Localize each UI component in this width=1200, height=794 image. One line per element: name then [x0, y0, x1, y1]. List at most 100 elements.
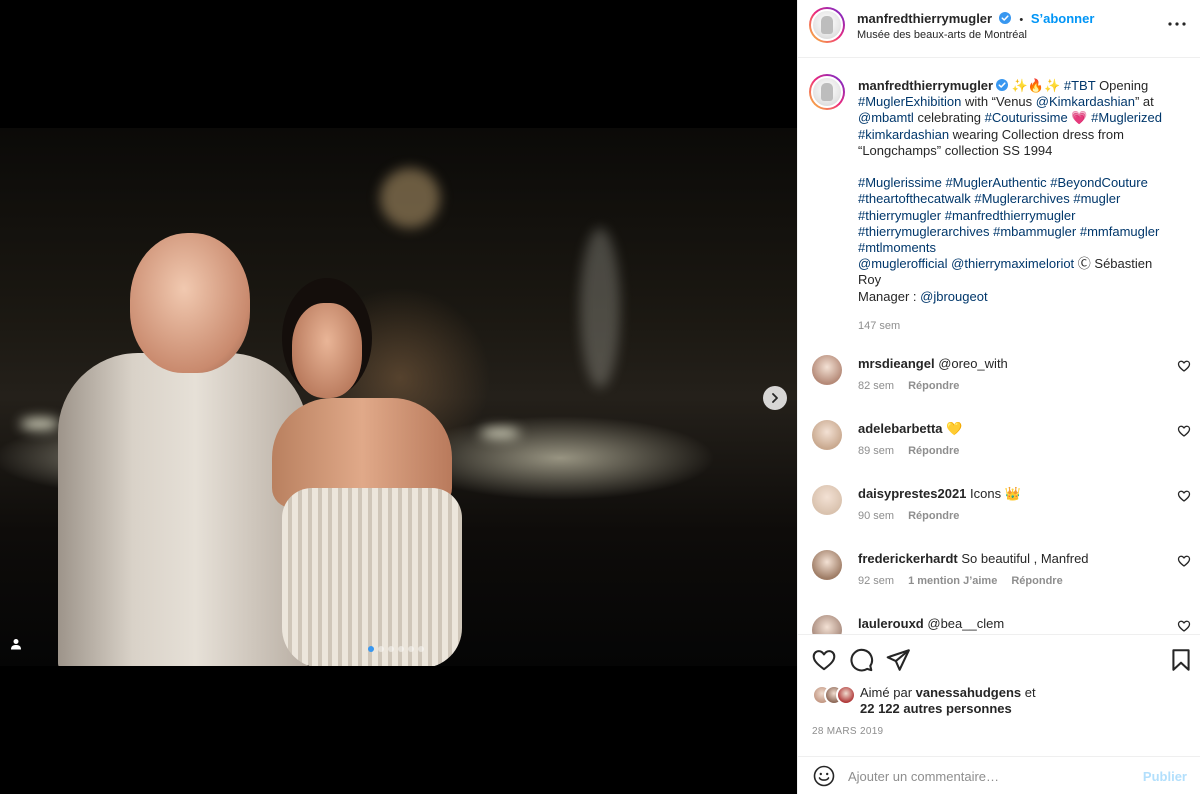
comment-heart-icon[interactable]	[1177, 619, 1191, 633]
comment-heart-icon[interactable]	[1177, 554, 1191, 568]
emoji-smiley-icon[interactable]	[812, 764, 836, 788]
comment-reply-button[interactable]: Répondre	[908, 380, 959, 392]
comment-input[interactable]	[848, 765, 1128, 787]
liker-avatars[interactable]	[812, 685, 860, 705]
paper-plane-icon[interactable]	[885, 647, 911, 673]
avatar-figure	[821, 16, 833, 34]
caption-link[interactable]: @mbamtl	[858, 110, 914, 125]
post-location[interactable]: Musée des beaux-arts de Montréal	[857, 29, 1027, 41]
follow-button[interactable]: S’abonner	[1031, 11, 1095, 26]
caption-text: So beautiful , Manfred	[961, 551, 1089, 566]
commenter-username[interactable]: daisyprestes2021	[858, 486, 966, 501]
carousel-dot	[368, 646, 374, 652]
caption-link[interactable]: #Muglerized	[1091, 110, 1162, 125]
likes-count-link[interactable]: 22 122 autres personnes	[860, 701, 1012, 716]
comment-time[interactable]: 90 sem	[858, 510, 894, 522]
commenter-username[interactable]: mrsdieangel	[858, 356, 935, 371]
liker-avatar[interactable]	[836, 685, 856, 705]
caption-link[interactable]: #mmfamugler	[1080, 224, 1159, 239]
caption-link[interactable]: #Muglerissime	[858, 175, 942, 190]
commenter-username[interactable]: laulerouxd	[858, 616, 924, 631]
comments-scroll-area[interactable]: manfredthierrymugler ✨🔥✨ #TBT Opening #Mu…	[798, 58, 1200, 634]
caption-link[interactable]: @Kimkardashian	[1036, 94, 1135, 109]
comment-item: daisyprestes2021 Icons 👑 90 sem Répondre	[798, 483, 1200, 547]
comment-item: adelebarbetta 💛 89 sem Répondre	[798, 418, 1200, 482]
caption-link[interactable]: @thierrymaximeloriot	[951, 256, 1074, 271]
caption-link[interactable]: #MuglerExhibition	[858, 94, 961, 109]
comment-heart-icon[interactable]	[1177, 489, 1191, 503]
comment-meta: 90 sem Répondre	[858, 510, 973, 522]
background-light	[20, 418, 60, 430]
comment-reply-button[interactable]: Répondre	[908, 445, 959, 457]
caption-link[interactable]: @oreo_with	[938, 356, 1008, 371]
author-avatar[interactable]	[809, 7, 845, 43]
commenter-username[interactable]: frederickerhardt	[858, 551, 958, 566]
comment-item: mrsdieangel @oreo_with 82 sem Répondre	[798, 353, 1200, 417]
commenter-avatar[interactable]	[812, 550, 842, 580]
comment-reply-button[interactable]: Répondre	[1011, 575, 1062, 587]
comment-meta: 92 sem 1 mention J’aime Répondre	[858, 575, 1077, 587]
comment-likes[interactable]: 1 mention J’aime	[908, 575, 997, 587]
caption-link[interactable]: #mtlmoments	[858, 240, 936, 255]
tagged-people-button[interactable]	[6, 634, 26, 654]
person-tag-icon	[11, 639, 21, 650]
background-light	[480, 428, 520, 438]
caption-link[interactable]: #Couturissime	[985, 110, 1068, 125]
publish-button[interactable]: Publier	[1143, 769, 1187, 784]
caption-text: 💛	[946, 421, 963, 436]
background-light	[380, 168, 440, 228]
post-date[interactable]: 28 MARS 2019	[812, 726, 883, 737]
caption-link[interactable]: @bea__clem	[927, 616, 1004, 631]
caption-link[interactable]: #manfredthierrymugler	[945, 208, 1076, 223]
caption-author-avatar[interactable]	[809, 74, 845, 110]
comment-time[interactable]: 92 sem	[858, 575, 894, 587]
caption-text: wearing Collection dress from	[949, 126, 1124, 142]
woman-face	[292, 303, 362, 398]
likes-prefix: Aimé par	[860, 685, 913, 700]
heart-icon[interactable]	[811, 647, 837, 673]
photo-subject-woman	[272, 278, 472, 666]
post-sidebar: manfredthierrymugler • S’abonner Musée d…	[797, 0, 1200, 794]
caption-link[interactable]: #Muglerarchives	[974, 191, 1069, 206]
caption-link[interactable]: #MuglerAuthentic	[945, 175, 1046, 190]
comment-bubble-icon[interactable]	[848, 647, 874, 673]
commenter-avatar[interactable]	[812, 420, 842, 450]
caption-link[interactable]: @muglerofficial	[858, 256, 948, 271]
caption-link[interactable]: #thierrymugler	[858, 208, 941, 223]
caption-author-username[interactable]: manfredthierrymugler	[858, 78, 993, 93]
post-actions: Aimé par vanessahudgens et 22 122 autres…	[798, 634, 1200, 754]
commenter-avatar[interactable]	[812, 615, 842, 634]
verified-badge-icon	[996, 79, 1009, 91]
author-username[interactable]: manfredthierrymugler	[857, 11, 992, 26]
background-light	[580, 228, 620, 388]
caption-link[interactable]: #thierrymuglerarchives	[858, 224, 990, 239]
comment-text: adelebarbetta 💛	[858, 421, 1168, 437]
more-options-button[interactable]	[1165, 12, 1189, 36]
caption-link[interactable]: #mbammugler	[993, 224, 1076, 239]
commenter-username[interactable]: adelebarbetta	[858, 421, 943, 436]
caption-text: Manager :	[858, 288, 921, 304]
comment-heart-icon[interactable]	[1177, 359, 1191, 373]
caption-link[interactable]: @jbrougeot	[920, 289, 987, 304]
carousel-next-button[interactable]	[763, 386, 787, 410]
commenter-avatar[interactable]	[812, 485, 842, 515]
first-liker-username[interactable]: vanessahudgens	[916, 685, 1022, 700]
comment-heart-icon[interactable]	[1177, 424, 1191, 438]
comment-meta: 89 sem Répondre	[858, 445, 973, 457]
post-media	[0, 0, 797, 794]
post-photo[interactable]	[0, 128, 797, 666]
caption-link[interactable]: #theartofthecatwalk	[858, 191, 971, 206]
comment-time[interactable]: 82 sem	[858, 380, 894, 392]
comment-time[interactable]: 89 sem	[858, 445, 894, 457]
caption-link[interactable]: #kimkardashian	[858, 127, 949, 142]
avatar-image	[811, 76, 843, 108]
header-title-row: manfredthierrymugler • S’abonner	[857, 11, 1094, 26]
commenter-avatar[interactable]	[812, 355, 842, 385]
caption-link[interactable]: #TBT	[1064, 78, 1096, 93]
comment-item: frederickerhardt So beautiful , Manfred 9…	[798, 548, 1200, 612]
bookmark-icon[interactable]	[1168, 647, 1194, 673]
likes-and: et	[1024, 685, 1036, 700]
caption-link[interactable]: #BeyondCouture	[1050, 175, 1148, 190]
caption-link[interactable]: #mugler	[1073, 191, 1120, 206]
comment-reply-button[interactable]: Répondre	[908, 510, 959, 522]
